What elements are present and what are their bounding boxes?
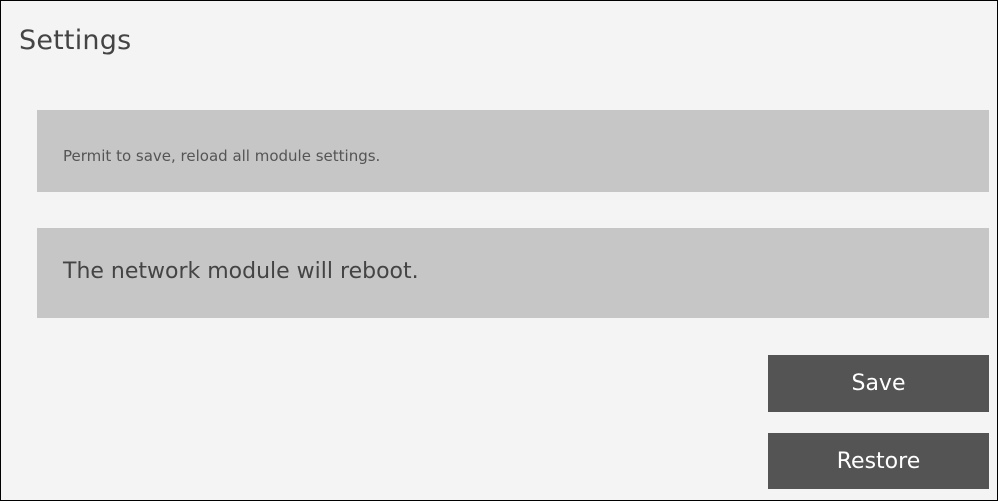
save-button[interactable]: Save — [768, 355, 989, 412]
info-box: Permit to save, reload all module settin… — [37, 110, 989, 192]
settings-panel: Settings Permit to save, reload all modu… — [0, 0, 998, 501]
info-text: Permit to save, reload all module settin… — [63, 147, 381, 165]
restore-button[interactable]: Restore — [768, 433, 989, 489]
warning-box: The network module will reboot. — [37, 228, 989, 318]
warning-text: The network module will reboot. — [63, 259, 419, 284]
page-title: Settings — [19, 25, 132, 56]
